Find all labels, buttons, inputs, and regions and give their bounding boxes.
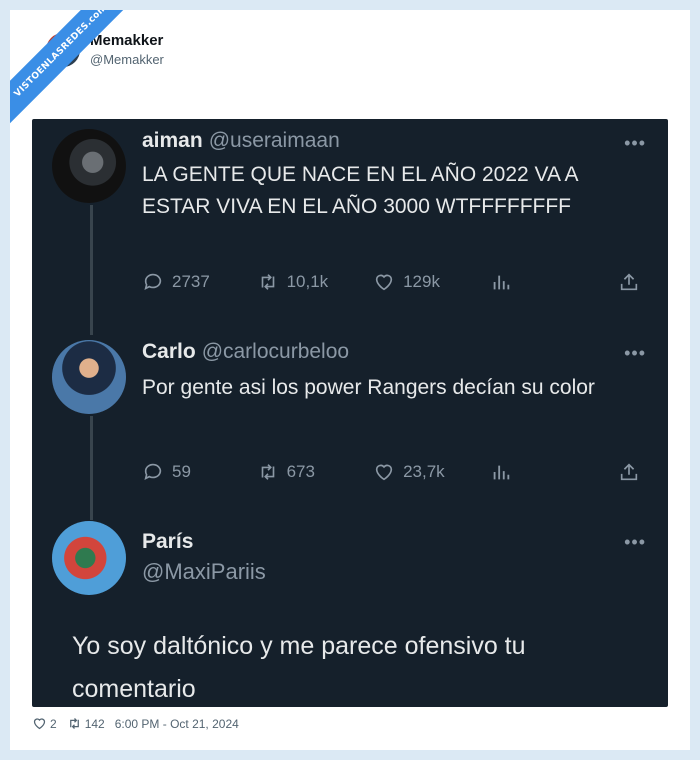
watermark-ribbon: VISTOENLASREDES.com — [10, 10, 130, 130]
thread-line — [90, 416, 93, 520]
like-button[interactable]: 2 — [32, 716, 57, 731]
tweet-header: París — [142, 530, 193, 554]
tweet-header: Carlo @carlocurbeloo — [142, 340, 349, 364]
reply-stat: 59 — [142, 461, 257, 483]
tweet-text: Yo soy daltónico y me parece ofensivo tu… — [72, 632, 526, 703]
views-stat — [490, 271, 618, 293]
heart-icon — [375, 274, 393, 291]
like-count: 129k — [403, 272, 440, 291]
retweet-icon — [69, 718, 79, 729]
retweet-icon — [261, 274, 274, 290]
more-icon: ••• — [624, 532, 646, 552]
avatar — [52, 340, 126, 414]
more-icon: ••• — [624, 133, 646, 153]
timestamp[interactable]: 6:00 PM - Oct 21, 2024 — [115, 717, 239, 731]
tweet-screenshot: aiman @useraimaan ••• LA GENTE QUE NACE E… — [32, 119, 668, 707]
heart-icon — [33, 718, 46, 730]
share-icon — [620, 273, 638, 291]
post-footer: 2 142 6:00 PM - Oct 21, 2024 — [32, 716, 239, 731]
reply-count: 59 — [172, 462, 191, 481]
views-stat — [490, 461, 618, 483]
reply-count: 2737 — [172, 272, 210, 291]
analytics-icon — [493, 465, 509, 480]
thread-line — [90, 205, 93, 335]
tweet-author-name: Carlo — [142, 340, 196, 363]
share-stat — [618, 461, 648, 483]
tweet-actions: 2737 10,1k 129k — [142, 271, 648, 293]
repost-count: 142 — [84, 716, 105, 731]
tweet-text: LA GENTE QUE NACE EN EL AÑO 2022 VA A ES… — [142, 163, 578, 218]
tweet-header: aiman @useraimaan — [142, 129, 340, 153]
reply-icon — [144, 463, 162, 480]
like-stat: 129k — [373, 271, 490, 293]
analytics-icon — [493, 275, 509, 290]
retweet-count: 673 — [286, 462, 315, 481]
retweet-stat: 10,1k — [257, 271, 374, 293]
like-count: 23,7k — [403, 462, 445, 481]
tweet-text: Por gente asi los power Rangers decían s… — [142, 376, 595, 399]
post-card: VISTOENLASREDES.com Memakker @Memakker a… — [10, 10, 690, 750]
reply-icon — [144, 273, 162, 290]
tweet-author-name: París — [142, 530, 194, 553]
heart-icon — [375, 464, 393, 481]
retweet-count: 10,1k — [286, 272, 329, 291]
reply-stat: 2737 — [142, 271, 257, 293]
share-stat — [618, 271, 648, 293]
watermark-text: VISTOENLASREDES.com — [10, 10, 130, 129]
tweet-author-handle: @carlocurbeloo — [201, 340, 350, 363]
tweet-author-handle: @MaxiPariis — [142, 559, 266, 584]
like-count: 2 — [50, 716, 57, 731]
retweet-icon — [261, 464, 274, 480]
share-icon — [620, 463, 638, 481]
avatar — [52, 129, 126, 203]
avatar — [52, 521, 126, 595]
retweet-stat: 673 — [257, 461, 374, 483]
repost-button[interactable]: 142 — [67, 716, 105, 731]
tweet-actions: 59 673 23,7k — [142, 461, 648, 483]
more-icon: ••• — [624, 343, 646, 363]
tweet-author-name: aiman — [142, 129, 203, 152]
tweet-author-handle: @useraimaan — [208, 129, 340, 152]
like-stat: 23,7k — [373, 461, 490, 483]
